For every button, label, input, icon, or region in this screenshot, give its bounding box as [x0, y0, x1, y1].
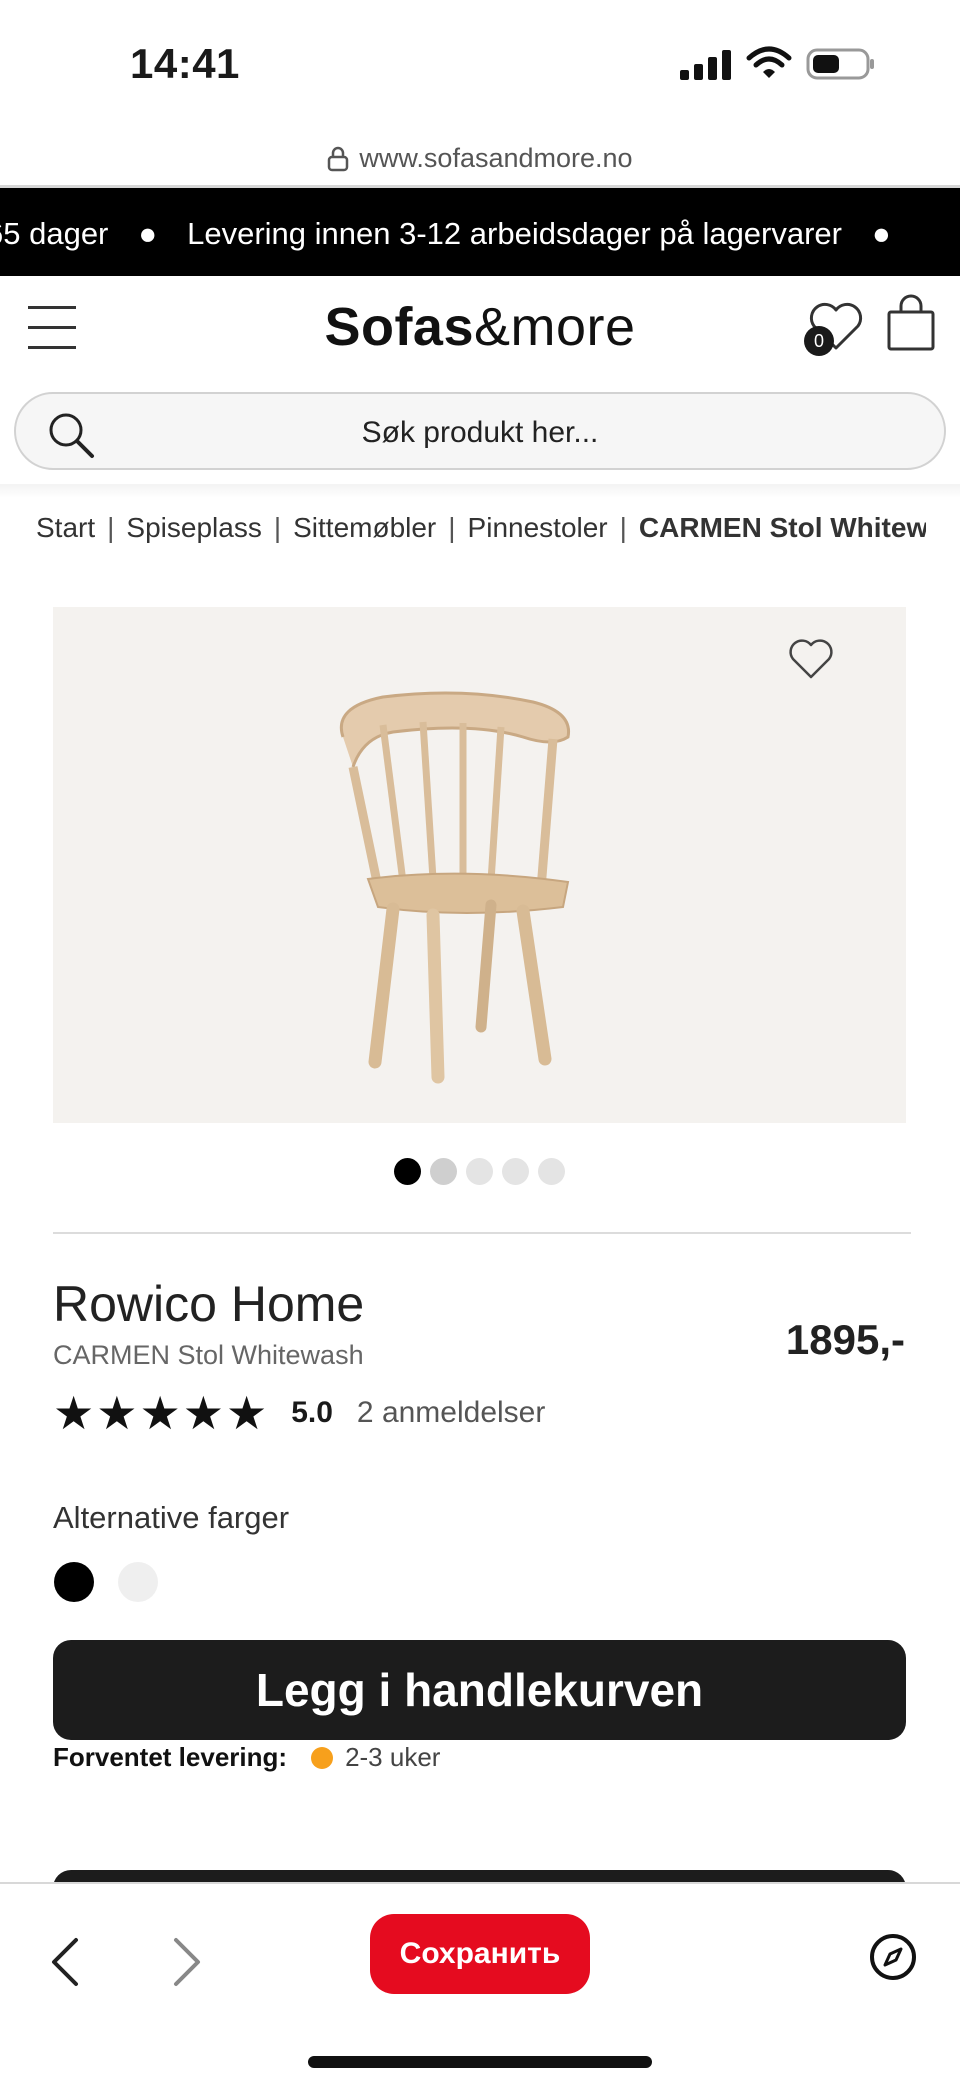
breadcrumb-item[interactable]: Start — [36, 512, 95, 544]
product-rating[interactable]: ★★★★★ 5.0 2 anmeldelser — [53, 1390, 545, 1436]
expected-delivery: Forventet levering: 2-3 uker — [53, 1742, 440, 1773]
compass-icon[interactable] — [868, 1932, 918, 1982]
wishlist-count-badge: 0 — [804, 326, 834, 356]
delivery-time: 2-3 uker — [345, 1742, 441, 1772]
carousel-dot[interactable] — [502, 1158, 529, 1185]
breadcrumb-separator: | — [107, 512, 115, 543]
status-time: 14:41 — [130, 40, 240, 87]
ticker-item: 65 dager — [0, 216, 109, 251]
product-brand: Rowico Home — [53, 1276, 365, 1332]
alternative-colors-label: Alternative farger — [53, 1500, 290, 1535]
shopping-bag-icon[interactable] — [886, 294, 936, 352]
promo-ticker: 65 dager ● Levering innen 3-12 arbeidsda… — [0, 188, 960, 276]
search-placeholder: Søk produkt her... — [361, 416, 599, 449]
product-image[interactable] — [53, 607, 906, 1123]
save-button[interactable]: Сохранить — [370, 1914, 590, 1994]
url-bar[interactable]: www.sofasandmore.no — [0, 132, 960, 188]
product-price: 1895,- — [785, 1316, 905, 1363]
product-name: CARMEN Stol Whitewash — [53, 1340, 364, 1370]
carousel-dot[interactable] — [538, 1158, 565, 1185]
star-rating-icon: ★★★★★ — [53, 1387, 270, 1439]
carousel-dot[interactable] — [394, 1158, 421, 1185]
wifi-icon — [746, 46, 792, 78]
battery-icon — [806, 48, 874, 80]
status-bar: 14:41 — [0, 0, 960, 130]
rating-score: 5.0 — [291, 1396, 333, 1429]
site-header: Sofas&more 0 — [0, 276, 960, 386]
browser-bottom-bar: Сохранить — [0, 1882, 960, 2081]
lock-icon — [328, 146, 349, 171]
forward-arrow-icon[interactable] — [166, 1934, 206, 1990]
wishlist-button[interactable]: 0 — [804, 298, 866, 356]
breadcrumb-item[interactable]: Spiseplass — [126, 512, 261, 544]
divider — [53, 1232, 911, 1234]
review-count-link[interactable]: 2 anmeldelser — [357, 1396, 545, 1430]
breadcrumb-separator: | — [448, 512, 456, 543]
delivery-status-dot — [311, 1746, 334, 1769]
breadcrumb-current: CARMEN Stol Whitew — [638, 512, 926, 543]
breadcrumb-item[interactable]: Sittemøbler — [293, 512, 436, 544]
wishlist-heart-icon[interactable] — [788, 637, 834, 681]
home-indicator — [308, 2056, 652, 2068]
search-input[interactable]: Søk produkt her... — [14, 392, 946, 470]
color-swatch-white[interactable] — [118, 1562, 158, 1602]
breadcrumb-separator: | — [619, 512, 627, 543]
delivery-label: Forventet levering: — [53, 1742, 288, 1772]
color-swatches — [54, 1562, 158, 1602]
header-shadow — [0, 484, 960, 498]
url-text: www.sofasandmore.no — [359, 143, 633, 173]
breadcrumb-separator: | — [273, 512, 282, 543]
breadcrumb: Start | Spiseplass | Sittemøbler | Pinnestoler… — [36, 512, 926, 552]
carousel-dot[interactable] — [430, 1158, 457, 1185]
logo-bold: Sofas — [324, 297, 474, 357]
color-swatch-black[interactable] — [54, 1562, 94, 1602]
chair-image — [340, 691, 571, 1084]
add-to-cart-button[interactable]: Legg i handlekurven — [53, 1640, 906, 1740]
breadcrumb-item[interactable]: Pinnestoler — [468, 512, 608, 544]
ticker-separator: ● — [872, 216, 891, 251]
image-carousel-dots — [394, 1158, 565, 1185]
ticker-separator: ● — [138, 216, 158, 251]
carousel-dot[interactable] — [466, 1158, 493, 1185]
logo-light: &more — [474, 297, 636, 357]
ticker-item: Levering innen 3-12 arbeidsdager på lage… — [187, 216, 842, 251]
back-arrow-icon[interactable] — [46, 1934, 86, 1990]
cellular-signal-icon — [680, 50, 731, 80]
